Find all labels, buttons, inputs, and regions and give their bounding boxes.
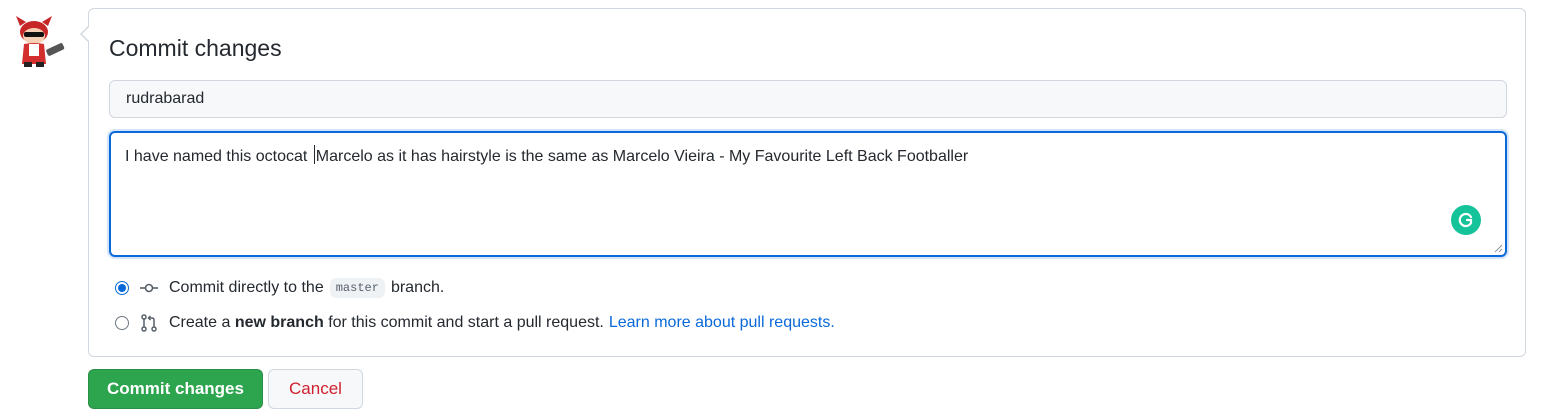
git-commit-icon [140,283,158,293]
commit-description-textarea[interactable]: I have named this octocat Marcelo as it … [109,131,1507,257]
commit-form-title: Commit changes [109,35,282,61]
learn-more-pull-requests-link[interactable]: Learn more about pull requests. [609,314,835,332]
octocat-avatar-icon [16,16,65,67]
new-branch-text-end: for this commit and start a pull request… [328,314,604,331]
resize-handle-icon[interactable] [1493,243,1503,253]
new-branch-text: Create a [169,314,231,331]
cancel-button[interactable]: Cancel [268,369,363,409]
commit-changes-button[interactable]: Commit changes [88,369,263,409]
commit-direct-text-end: branch. [390,279,445,296]
commit-direct-radio[interactable] [115,281,129,295]
avatar[interactable] [12,12,70,70]
commit-direct-option[interactable]: Commit directly to the master branch. [115,278,444,298]
description-text-continued: Marcelo as it has hairstyle is the same … [315,148,969,165]
text-cursor [313,145,315,164]
new-branch-radio[interactable] [115,316,129,330]
commit-direct-text: Commit directly to the [169,279,324,296]
git-pull-request-icon [141,314,157,332]
description-text: I have named this octocat [125,148,312,165]
new-branch-bold: new branch [234,314,324,331]
new-branch-option[interactable]: Create a new branch for this commit and … [115,314,835,332]
commit-summary-input[interactable]: rudrabarad [109,80,1507,118]
grammarly-icon[interactable] [1451,205,1481,235]
commit-form-panel: Commit changes rudrabarad I have named t… [80,8,1526,357]
branch-name-badge: master [329,278,385,298]
